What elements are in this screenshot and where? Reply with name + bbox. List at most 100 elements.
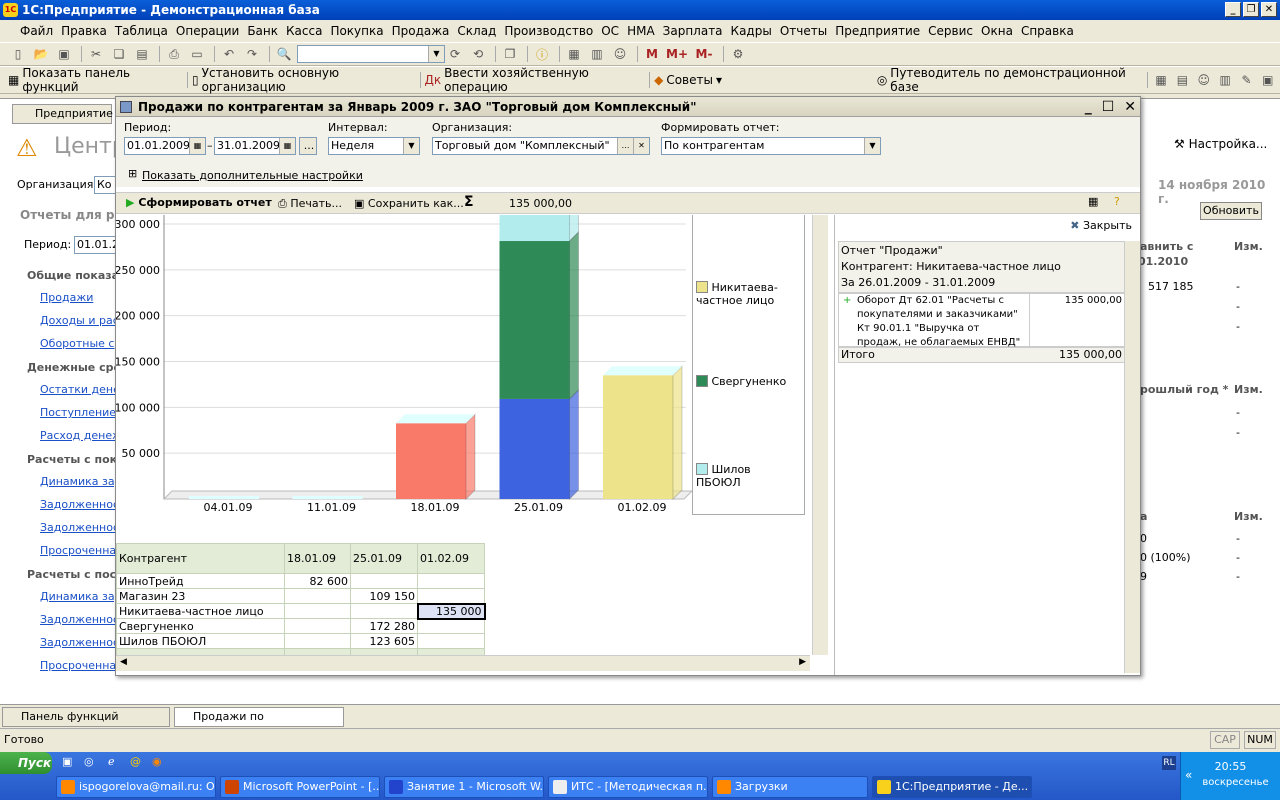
tab-function-panel[interactable]: Панель функций	[2, 707, 170, 727]
menu-item[interactable]: Банк	[243, 24, 282, 38]
bg-settings-button[interactable]: ⚒ Настройка...	[1174, 137, 1267, 151]
ie-icon[interactable]: ℯ	[108, 755, 115, 768]
cut-icon[interactable]: ✂	[86, 45, 106, 63]
detail-scrollbar[interactable]	[1124, 241, 1140, 673]
scroll-left-icon[interactable]: ◀	[120, 657, 127, 667]
task-1c[interactable]: 1С:Предприятие - Де...	[872, 776, 1032, 798]
menu-item[interactable]: Продажа	[388, 24, 454, 38]
language-indicator[interactable]: RL	[1162, 756, 1176, 770]
link-cash-balances[interactable]: Остатки дене	[40, 383, 120, 396]
link-working-capital[interactable]: Оборотные ср	[40, 337, 121, 350]
period-select-button[interactable]: ...	[299, 137, 317, 155]
toolbar-icon-1[interactable]: ▦	[1152, 71, 1170, 89]
tools-icon[interactable]: ⚙	[728, 45, 748, 63]
tray-expand-icon[interactable]: «	[1185, 768, 1192, 782]
task-mail[interactable]: ispogorelova@mail.ru: О...	[56, 776, 216, 798]
toolbar-icon-4[interactable]: ▥	[1216, 71, 1234, 89]
expand-plus-icon[interactable]: +	[843, 294, 851, 308]
save-as-button[interactable]: ▣ Сохранить как...	[354, 197, 464, 210]
undo-icon[interactable]: ↶	[219, 45, 239, 63]
preview-icon[interactable]: ▭	[187, 45, 207, 63]
report-minimize-button[interactable]: _	[1085, 97, 1092, 117]
calculator-icon[interactable]: ▦	[564, 45, 584, 63]
table-row[interactable]: Никитаева-частное лицо 135 000	[116, 602, 486, 620]
set-org-button[interactable]: ▯ Установить основную организацию	[192, 66, 408, 94]
bg-org-field[interactable]: Ко	[94, 176, 116, 194]
menu-item[interactable]: Отчеты	[776, 24, 831, 38]
form-report-select[interactable]: По контрагентам ▼	[661, 137, 881, 155]
menu-item[interactable]: Сервис	[924, 24, 977, 38]
link-dynamics-1[interactable]: Динамика зад	[40, 475, 122, 488]
save-icon[interactable]: ▣	[54, 45, 74, 63]
print-icon[interactable]: ⎙	[164, 45, 184, 63]
scroll-right-icon[interactable]: ▶	[799, 657, 806, 667]
print-button[interactable]: ⎙ Печать...	[278, 197, 342, 211]
organization-field[interactable]: Торговый дом "Комплексный" … ✕	[432, 137, 650, 155]
organization-select-button[interactable]: …	[617, 138, 633, 154]
generate-report-button[interactable]: ▶ Сформировать отчет	[126, 196, 272, 209]
organization-clear-icon[interactable]: ✕	[633, 138, 649, 154]
close-button[interactable]: ✕	[1261, 2, 1277, 17]
new-icon[interactable]: ▯	[8, 45, 28, 63]
menu-item[interactable]: Правка	[57, 24, 111, 38]
help-icon[interactable]: ?	[1114, 195, 1120, 208]
toolbar-icon-5[interactable]: ✎	[1237, 71, 1255, 89]
minimize-button[interactable]: _	[1225, 2, 1241, 17]
menu-item[interactable]: Справка	[1017, 24, 1078, 38]
task-word[interactable]: Занятие 1 - Microsoft W...	[384, 776, 544, 798]
find-prev-icon[interactable]: ⟲	[468, 45, 488, 63]
windows-icon[interactable]: ❐	[500, 45, 520, 63]
task-its[interactable]: ИТС - [Методическая п...	[548, 776, 708, 798]
guide-button[interactable]: ◎ Путеводитель по демонстрационной базе	[877, 66, 1135, 94]
link-sales[interactable]: Продажи	[40, 291, 93, 304]
info-icon[interactable]: ⓘ	[532, 45, 552, 63]
paste-icon[interactable]: ▤	[132, 45, 152, 63]
extra-settings-link[interactable]: Показать дополнительные настройки	[142, 169, 363, 182]
link-debt-3[interactable]: Задолженнос	[40, 613, 119, 626]
link-overdue-1[interactable]: Просроченна	[40, 544, 116, 557]
table-row[interactable]: Свергуненко 172 280	[116, 618, 485, 634]
mail-icon[interactable]: @	[130, 755, 141, 768]
link-expenses[interactable]: Расход денеж	[40, 429, 122, 442]
maximize-button[interactable]: ❐	[1243, 2, 1259, 17]
link-debt-1[interactable]: Задолженнос	[40, 498, 119, 511]
find-next-icon[interactable]: ⟳	[445, 45, 465, 63]
menu-item[interactable]: ОС	[597, 24, 623, 38]
tips-button[interactable]: ◆ Советы ▾	[654, 73, 722, 87]
date-from-field[interactable]: 01.01.2009 ▦	[124, 137, 206, 155]
refresh-button[interactable]: Обновить	[1200, 202, 1262, 220]
menu-item[interactable]: Покупка	[326, 24, 387, 38]
table-row[interactable]: Магазин 23 109 150	[116, 588, 485, 604]
link-overdue-2[interactable]: Просроченна	[40, 659, 116, 672]
menu-item[interactable]: Окна	[977, 24, 1017, 38]
toolbar-icon-3[interactable]: ☺	[1195, 71, 1213, 89]
toolbar-icon-6[interactable]: ▣	[1259, 71, 1277, 89]
calendar-icon[interactable]: ▦	[189, 138, 205, 154]
detail-close-button[interactable]: ✖ Закрыть	[1070, 219, 1132, 232]
show-panel-button[interactable]: ▦ Показать панель функций	[8, 66, 175, 94]
open-icon[interactable]: 📂	[31, 45, 51, 63]
toolbar-icon-2[interactable]: ▤	[1173, 71, 1191, 89]
menu-item[interactable]: Склад	[453, 24, 500, 38]
interval-select[interactable]: Неделя ▼	[328, 137, 420, 155]
task-powerpoint[interactable]: Microsoft PowerPoint - [...	[220, 776, 380, 798]
report-maximize-button[interactable]: ☐	[1102, 97, 1115, 117]
memory-m-icon[interactable]: M	[642, 45, 662, 63]
table-row[interactable]: ИнноТрейд 82 600	[116, 573, 485, 589]
menu-item[interactable]: Таблица	[111, 24, 172, 38]
link-income[interactable]: Доходы и рас	[40, 314, 119, 327]
redo-icon[interactable]: ↷	[242, 45, 262, 63]
date-to-field[interactable]: 31.01.2009 ▦	[214, 137, 296, 155]
copy-icon[interactable]: ❏	[109, 45, 129, 63]
menu-item[interactable]: Предприятие	[831, 24, 924, 38]
tab-sales-report[interactable]: Продажи по контрагентам ...	[174, 707, 344, 741]
memory-mminus-icon[interactable]: M-	[692, 45, 716, 63]
quicklaunch-save-icon[interactable]: ▣	[62, 755, 72, 768]
task-downloads[interactable]: Загрузки	[712, 776, 868, 798]
search-input[interactable]: ▼	[297, 45, 445, 63]
bg-period-field[interactable]: 01.01.2	[74, 236, 119, 254]
firefox-icon[interactable]: ◉	[152, 755, 162, 768]
menu-item[interactable]: Производство	[500, 24, 597, 38]
memory-mplus-icon[interactable]: M+	[665, 45, 689, 63]
enter-operation-button[interactable]: Дк Ввести хозяйственную операцию	[425, 66, 638, 94]
